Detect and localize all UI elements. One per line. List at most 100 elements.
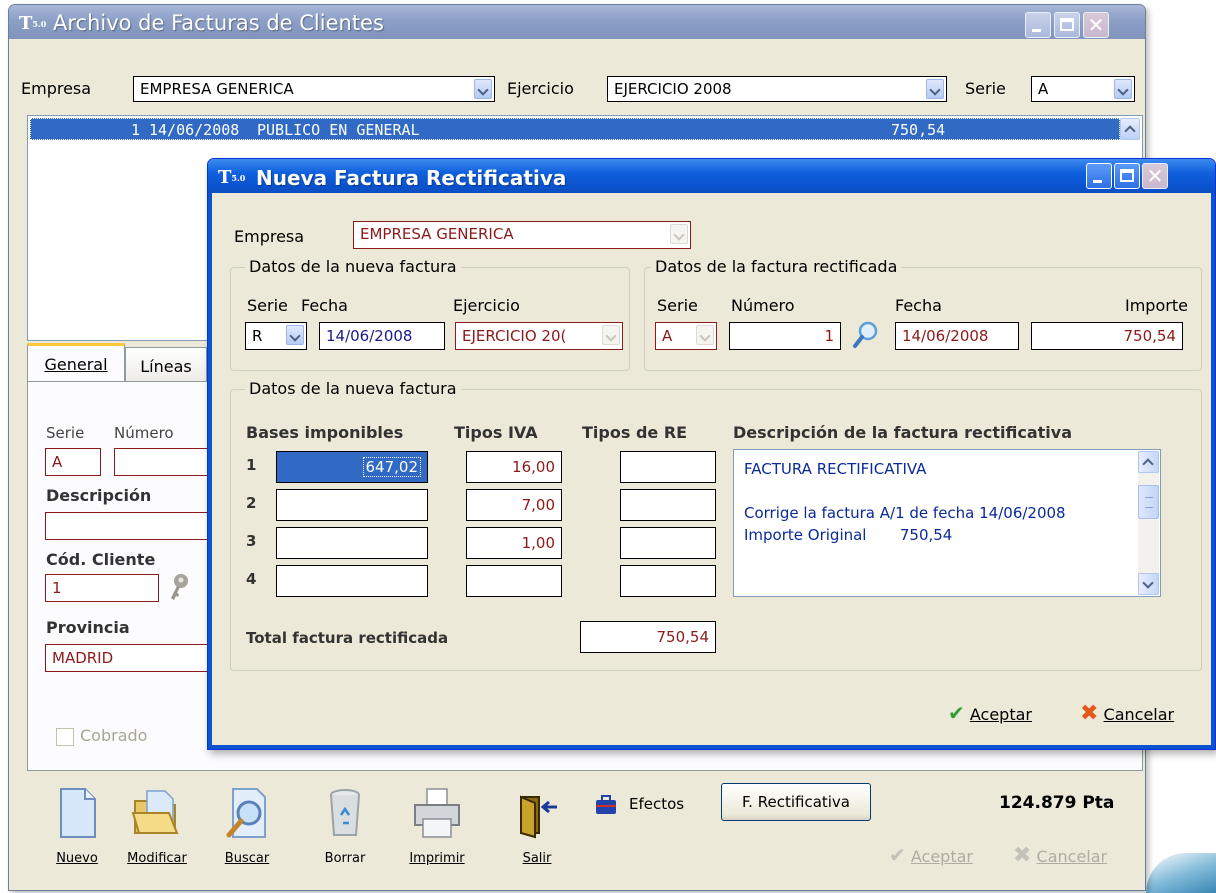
tab-lineas-label: Líneas bbox=[140, 357, 192, 376]
descripcion-textarea[interactable]: FACTURA RECTIFICATIVA Corrige la factura… bbox=[733, 449, 1161, 597]
iva-field[interactable] bbox=[466, 565, 562, 597]
tab-lineas[interactable]: Líneas bbox=[125, 347, 207, 383]
maximize-button[interactable] bbox=[1054, 12, 1080, 38]
serie-value: A bbox=[1038, 80, 1049, 98]
dialog-minimize-button[interactable] bbox=[1086, 163, 1112, 189]
nueva-fecha-field[interactable]: 14/06/2008 bbox=[319, 322, 445, 350]
salir-button[interactable]: Salir bbox=[497, 785, 577, 866]
desktop-swoosh bbox=[1146, 853, 1216, 893]
rect-numero-field[interactable]: 1 bbox=[729, 322, 841, 350]
cod-cliente-field[interactable]: 1 bbox=[45, 574, 159, 602]
provincia-field[interactable]: MADRID bbox=[45, 644, 225, 672]
base-field[interactable]: 647,02 bbox=[276, 451, 428, 483]
nueva-serie-value: R bbox=[252, 327, 263, 345]
imprimir-button[interactable]: Imprimir bbox=[397, 785, 477, 866]
main-cancelar-button[interactable]: ✖ Cancelar bbox=[1013, 843, 1107, 868]
close-icon: ✕ bbox=[1146, 164, 1164, 188]
app-icon: T5.0 bbox=[218, 167, 246, 188]
aceptar-button[interactable]: ✔ Aceptar bbox=[948, 701, 1032, 725]
iva-field[interactable]: 7,00 bbox=[466, 489, 562, 521]
dialog-empresa-value: EMPRESA GENERICA bbox=[360, 225, 514, 243]
base-field[interactable] bbox=[276, 527, 428, 559]
re-field[interactable] bbox=[620, 565, 716, 597]
scroll-up-button[interactable] bbox=[1120, 118, 1140, 140]
nueva-fecha-label: Fecha bbox=[301, 296, 348, 315]
main-aceptar-button[interactable]: ✔ Aceptar bbox=[889, 843, 973, 867]
factura-rectificada-group: Datos de la factura rectificada Serie Nú… bbox=[644, 257, 1202, 371]
dialog-empresa-label: Empresa bbox=[234, 227, 305, 246]
efectos-label[interactable]: Efectos bbox=[629, 795, 684, 813]
scroll-down-button[interactable] bbox=[1138, 573, 1159, 595]
list-numero: 1 bbox=[131, 121, 141, 139]
magnifier-icon[interactable] bbox=[851, 320, 879, 350]
chevron-down-icon[interactable] bbox=[602, 325, 620, 345]
chevron-down-icon[interactable] bbox=[1114, 79, 1132, 99]
iva-header: Tipos IVA bbox=[454, 423, 538, 442]
tab-general[interactable]: General bbox=[27, 343, 125, 383]
rect-fecha-label: Fecha bbox=[895, 296, 942, 315]
list-item[interactable]: 1 14/06/2008 PUBLICO EN GENERAL 750,54 bbox=[30, 118, 1120, 140]
cancel-icon: ✖ bbox=[1080, 701, 1099, 726]
row-number: 2 bbox=[246, 494, 257, 512]
chevron-down-icon[interactable] bbox=[286, 325, 304, 345]
rect-importe-field[interactable]: 750,54 bbox=[1031, 322, 1183, 350]
nueva-ejercicio-select[interactable]: EJERCICIO 20( bbox=[455, 322, 623, 350]
descripcion-field[interactable] bbox=[45, 512, 225, 540]
rect-serie-select[interactable]: A bbox=[655, 322, 717, 350]
form-serie-field[interactable]: A bbox=[45, 448, 101, 476]
cobrado-checkbox[interactable] bbox=[56, 728, 74, 746]
serie-select[interactable]: A bbox=[1031, 76, 1135, 102]
briefcase-icon[interactable] bbox=[595, 795, 617, 815]
salir-label: Salir bbox=[522, 851, 552, 866]
iva-field[interactable]: 1,00 bbox=[466, 527, 562, 559]
re-field[interactable] bbox=[620, 489, 716, 521]
chevron-down-icon[interactable] bbox=[926, 79, 944, 99]
cancelar-button[interactable]: ✖ Cancelar bbox=[1080, 701, 1174, 726]
minimize-button[interactable] bbox=[1025, 12, 1051, 38]
dialog-title: Nueva Factura Rectificativa bbox=[256, 166, 567, 190]
descripcion-line: FACTURA RECTIFICATIVA bbox=[744, 460, 927, 478]
total-field[interactable]: 750,54 bbox=[580, 621, 716, 653]
dialog-titlebar[interactable]: T5.0 Nueva Factura Rectificativa ✕ bbox=[208, 159, 1215, 193]
empresa-select[interactable]: EMPRESA GENERICA bbox=[133, 76, 495, 102]
dialog-maximize-button[interactable] bbox=[1114, 163, 1140, 189]
open-folder-icon bbox=[131, 790, 179, 834]
rect-importe-label: Importe bbox=[1125, 296, 1188, 315]
nueva-ejercicio-label: Ejercicio bbox=[453, 296, 520, 315]
iva-field[interactable]: 16,00 bbox=[466, 451, 562, 483]
dialog-empresa-select[interactable]: EMPRESA GENERICA bbox=[353, 221, 691, 249]
nueva-serie-select[interactable]: R bbox=[245, 322, 307, 350]
list-cliente: PUBLICO EN GENERAL bbox=[257, 121, 420, 139]
rect-fecha-field[interactable]: 14/06/2008 bbox=[895, 322, 1019, 350]
empresa-value: EMPRESA GENERICA bbox=[140, 80, 294, 98]
re-field[interactable] bbox=[620, 527, 716, 559]
key-icon[interactable] bbox=[168, 572, 190, 602]
modificar-button[interactable]: Modificar bbox=[117, 785, 197, 866]
base-field[interactable] bbox=[276, 489, 428, 521]
scroll-thumb[interactable] bbox=[1138, 485, 1159, 519]
list-fecha: 14/06/2008 bbox=[149, 121, 240, 139]
descripcion-scrollbar[interactable] bbox=[1138, 451, 1159, 595]
descripcion-line: Corrige la factura A/1 de fecha 14/06/20… bbox=[744, 504, 1066, 522]
descripcion-line: Importe Original 750,54 bbox=[744, 526, 953, 544]
new-document-icon bbox=[60, 788, 96, 838]
empresa-label: Empresa bbox=[21, 79, 92, 98]
nuevo-button[interactable]: Nuevo bbox=[37, 785, 117, 866]
rectificativa-button[interactable]: F. Rectificativa bbox=[721, 783, 871, 821]
borrar-label: Borrar bbox=[324, 851, 366, 866]
dialog-close-button[interactable]: ✕ bbox=[1142, 163, 1168, 189]
chevron-down-icon[interactable] bbox=[474, 79, 492, 99]
dialog-border-left bbox=[208, 193, 212, 749]
main-titlebar[interactable]: T5.0 Archivo de Facturas de Clientes ✕ bbox=[9, 5, 1145, 39]
chevron-down-icon[interactable] bbox=[696, 325, 714, 345]
buscar-button[interactable]: Buscar bbox=[207, 785, 287, 866]
base-field[interactable] bbox=[276, 565, 428, 597]
factura-rectificada-group-title: Datos de la factura rectificada bbox=[651, 257, 902, 276]
borrar-button[interactable]: Borrar bbox=[305, 785, 385, 866]
scroll-up-button[interactable] bbox=[1138, 451, 1159, 473]
re-field[interactable] bbox=[620, 451, 716, 483]
ejercicio-select[interactable]: EJERCICIO 2008 bbox=[607, 76, 947, 102]
check-icon: ✔ bbox=[889, 843, 906, 867]
aceptar-label: Aceptar bbox=[969, 705, 1032, 724]
close-button[interactable]: ✕ bbox=[1083, 12, 1109, 38]
